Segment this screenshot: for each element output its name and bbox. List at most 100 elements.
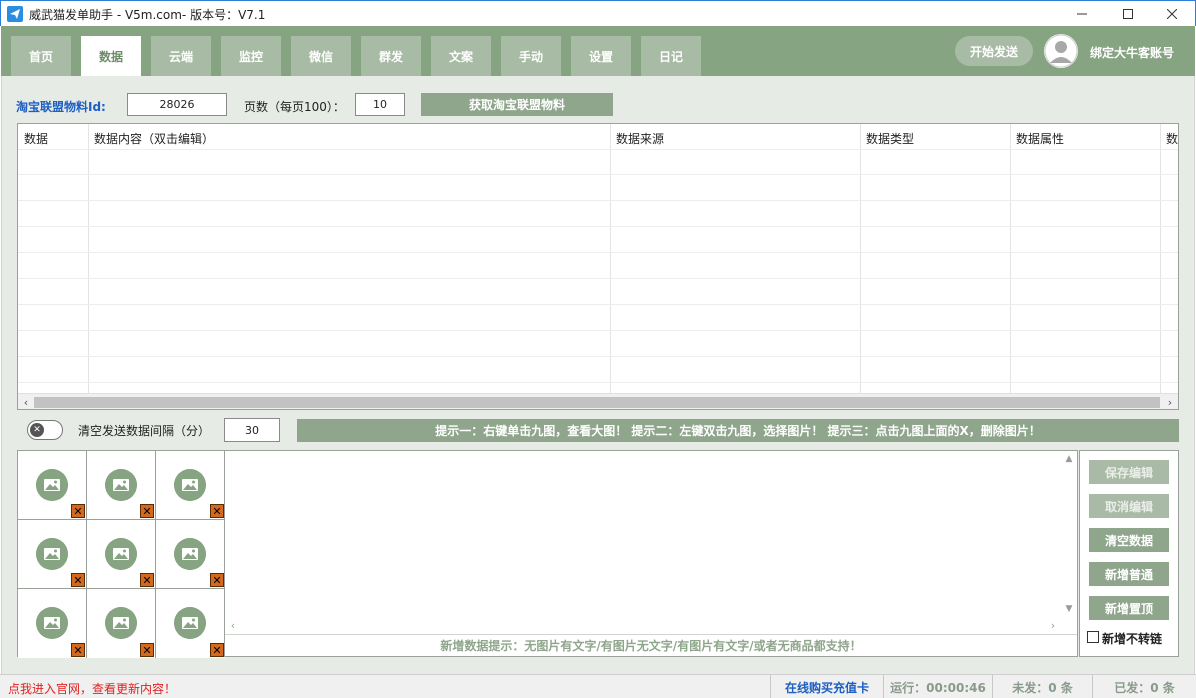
tab-group-send[interactable]: 群发 — [361, 36, 421, 76]
scroll-left-icon[interactable]: ‹ — [225, 617, 241, 633]
website-link[interactable]: 点我进入官网，查看更新内容！ — [8, 680, 176, 697]
runtime-status: 运行：00:00:46 — [883, 675, 992, 698]
delete-image-icon[interactable]: ✕ — [140, 573, 154, 587]
scroll-right-icon[interactable]: › — [1045, 617, 1061, 633]
delete-image-icon[interactable]: ✕ — [140, 504, 154, 518]
column-header-source[interactable]: 数据来源 — [616, 130, 664, 147]
clear-interval-toggle[interactable]: ✕ — [27, 420, 63, 440]
image-slot[interactable]: ✕ — [87, 589, 156, 658]
start-send-button[interactable]: 开始发送 — [955, 36, 1033, 66]
grid-horizontal-scrollbar[interactable]: ‹ › — [18, 393, 1178, 409]
cancel-edit-button[interactable]: 取消编辑 — [1089, 494, 1169, 518]
tab-bar: 首页 数据 云端 监控 微信 群发 文案 手动 设置 日记 开始发送 绑定大牛客… — [1, 26, 1195, 76]
delete-image-icon[interactable]: ✕ — [71, 643, 85, 657]
tab-wechat[interactable]: 微信 — [291, 36, 351, 76]
grid-row-divider — [18, 304, 1178, 305]
image-placeholder-icon — [36, 538, 68, 570]
material-id-input[interactable]: 28026 — [127, 93, 227, 116]
column-header-content[interactable]: 数据内容（双击编辑） — [94, 130, 214, 147]
image-placeholder-icon — [36, 607, 68, 639]
grid-row-divider — [18, 278, 1178, 279]
delete-image-icon[interactable]: ✕ — [210, 573, 224, 587]
image-slot[interactable]: ✕ — [87, 451, 156, 520]
tab-settings[interactable]: 设置 — [571, 36, 631, 76]
scroll-left-icon[interactable]: ‹ — [18, 394, 34, 409]
unsent-count: 未发：0 条 — [992, 675, 1092, 698]
toggle-off-icon: ✕ — [30, 423, 44, 437]
tab-data[interactable]: 数据 — [81, 36, 141, 76]
no-convert-label[interactable]: 新增不转链 — [1102, 630, 1162, 647]
image-placeholder-icon — [174, 538, 206, 570]
image-placeholder-icon — [105, 469, 137, 501]
tab-cloud[interactable]: 云端 — [151, 36, 211, 76]
image-placeholder-icon — [105, 607, 137, 639]
grid-column-divider — [610, 124, 611, 394]
grid-row-divider — [18, 330, 1178, 331]
maximize-icon — [1123, 9, 1133, 19]
grid-column-divider — [1010, 124, 1011, 394]
pages-label: 页数（每页100）： — [244, 100, 345, 114]
no-convert-checkbox[interactable] — [1087, 631, 1099, 643]
save-edit-button[interactable]: 保存编辑 — [1089, 460, 1169, 484]
clear-interval-label: 清空发送数据间隔（分） — [78, 424, 211, 438]
nine-image-grid: ✕ ✕ ✕ ✕ ✕ ✕ ✕ ✕ ✕ — [17, 450, 225, 658]
column-header-more[interactable]: 数 — [1166, 130, 1178, 147]
avatar[interactable] — [1044, 34, 1078, 68]
image-placeholder-icon — [174, 607, 206, 639]
tab-monitor[interactable]: 监控 — [221, 36, 281, 76]
tab-log[interactable]: 日记 — [641, 36, 701, 76]
tab-copywriting[interactable]: 文案 — [431, 36, 491, 76]
grid-row-divider — [18, 200, 1178, 201]
action-panel: 保存编辑 取消编辑 清空数据 新增普通 新增置顶 新增不转链 — [1079, 450, 1179, 657]
image-slot[interactable]: ✕ — [18, 589, 87, 658]
delete-image-icon[interactable]: ✕ — [71, 573, 85, 587]
tab-home[interactable]: 首页 — [11, 36, 71, 76]
grid-column-divider — [860, 124, 861, 394]
add-normal-button[interactable]: 新增普通 — [1089, 562, 1169, 586]
editor-vertical-scrollbar[interactable]: ▲ ▼ — [1061, 451, 1077, 617]
scroll-up-icon[interactable]: ▲ — [1061, 451, 1077, 467]
editor-horizontal-scrollbar[interactable]: ‹ › — [225, 617, 1077, 633]
add-top-button[interactable]: 新增置顶 — [1089, 596, 1169, 620]
column-header-type[interactable]: 数据类型 — [866, 130, 914, 147]
maximize-button[interactable] — [1105, 1, 1151, 27]
sent-count: 已发：0 条 — [1092, 675, 1196, 698]
image-slot[interactable]: ✕ — [156, 520, 225, 589]
image-placeholder-icon — [105, 538, 137, 570]
grid-row-divider — [18, 382, 1178, 383]
minimize-icon — [1077, 13, 1087, 15]
tab-manual[interactable]: 手动 — [501, 36, 561, 76]
editor-hint: 新增数据提示：无图片有文字/有图片无文字/有图片有文字/或者无商品都支持！ — [225, 634, 1077, 656]
delete-image-icon[interactable]: ✕ — [210, 504, 224, 518]
clear-interval-input[interactable]: 30 — [224, 418, 280, 442]
grid-row-divider — [18, 356, 1178, 357]
title-bar: 威武猫发单助手 - V5m.com- 版本号：V7.1 — [0, 0, 1196, 26]
minimize-button[interactable] — [1059, 1, 1105, 27]
fetch-material-button[interactable]: 获取淘宝联盟物料 — [421, 93, 613, 116]
close-button[interactable] — [1149, 1, 1195, 27]
image-placeholder-icon — [36, 469, 68, 501]
image-slot[interactable]: ✕ — [156, 589, 225, 658]
image-slot[interactable]: ✕ — [18, 451, 87, 520]
status-bar: 点我进入官网，查看更新内容！ 在线购买充值卡 运行：00:00:46 未发：0 … — [0, 674, 1196, 698]
delete-image-icon[interactable]: ✕ — [71, 504, 85, 518]
content-editor[interactable]: ▲ ▼ ‹ › 新增数据提示：无图片有文字/有图片无文字/有图片有文字/或者无商… — [224, 450, 1078, 657]
column-header-data[interactable]: 数据 — [24, 130, 48, 147]
material-id-label: 淘宝联盟物料Id: — [16, 100, 106, 114]
user-avatar-icon — [1044, 34, 1078, 68]
scrollbar-thumb[interactable] — [34, 397, 1160, 408]
data-grid[interactable]: 数据 数据内容（双击编辑） 数据来源 数据类型 数据属性 数 ‹ › — [17, 123, 1179, 410]
grid-column-divider — [1160, 124, 1161, 394]
scroll-down-icon[interactable]: ▼ — [1061, 601, 1077, 617]
pages-input[interactable]: 10 — [355, 93, 405, 116]
image-slot[interactable]: ✕ — [18, 520, 87, 589]
image-slot[interactable]: ✕ — [87, 520, 156, 589]
recharge-link[interactable]: 在线购买充值卡 — [770, 675, 883, 698]
scroll-right-icon[interactable]: › — [1162, 394, 1178, 409]
column-header-attribute[interactable]: 数据属性 — [1016, 130, 1064, 147]
bind-account-link[interactable]: 绑定大牛客账号 — [1090, 44, 1174, 61]
image-slot[interactable]: ✕ — [156, 451, 225, 520]
clear-data-button[interactable]: 清空数据 — [1089, 528, 1169, 552]
delete-image-icon[interactable]: ✕ — [210, 643, 224, 657]
delete-image-icon[interactable]: ✕ — [140, 643, 154, 657]
